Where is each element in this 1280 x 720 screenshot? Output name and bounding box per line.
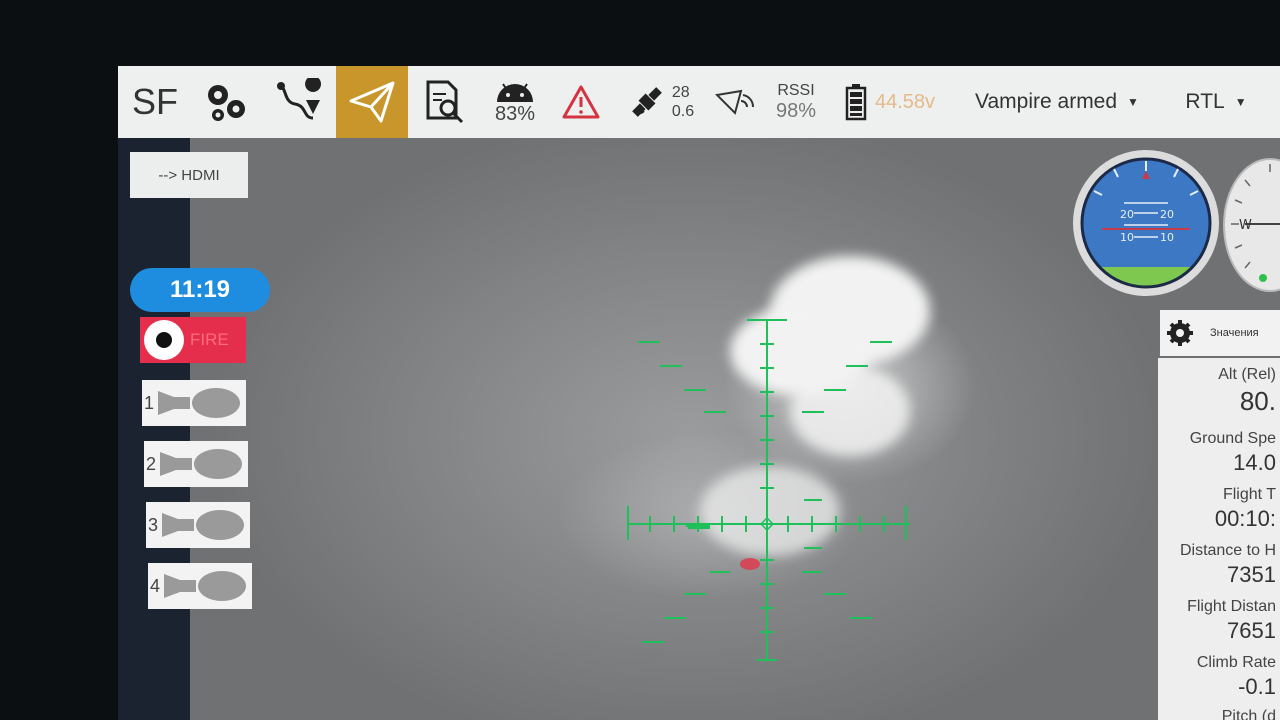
android-battery-status[interactable]: 83% — [480, 66, 550, 138]
gear-icon — [208, 85, 245, 121]
pitch-mark: 10 — [1160, 231, 1174, 244]
telemetry-label: Flight T — [1222, 486, 1276, 503]
warning-button[interactable] — [550, 66, 612, 138]
document-search-icon — [426, 80, 464, 124]
bomb-icon — [164, 571, 246, 601]
attitude-indicator: 20 20 10 10 — [1073, 150, 1219, 296]
bomb-icon — [160, 449, 242, 479]
telemetry-label: Pitch (d — [1221, 708, 1276, 720]
telemetry-label: Climb Rate — [1196, 654, 1276, 671]
bomb-slot-3[interactable]: 3 — [146, 502, 250, 548]
rssi-label: RSSI — [777, 82, 815, 99]
vehicle-mode-label: Vampire armed — [975, 90, 1118, 113]
bomb-icon — [162, 510, 244, 540]
telemetry-value: 14.0 — [1233, 450, 1276, 475]
pitch-mark: 20 — [1120, 208, 1134, 221]
hdop-value: 0.6 — [671, 103, 695, 120]
bomb-slot-number: 1 — [144, 392, 155, 413]
bomb-slot-number: 2 — [146, 453, 157, 474]
telemetry-value: 00:10: — [1214, 506, 1276, 531]
android-icon — [497, 83, 533, 102]
target-marker — [740, 558, 760, 570]
rssi-status[interactable]: RSSI 98% — [760, 66, 832, 138]
bomb-icon — [158, 388, 240, 418]
telemetry-value: 7351 — [1227, 562, 1276, 587]
telemetry-link-status[interactable] — [710, 66, 760, 138]
fly-view-button[interactable] — [336, 66, 408, 138]
battery-icon — [845, 84, 867, 121]
telemetry-panel: Alt (Rel) 80. Ground Spe 14.0 Flight T 0… — [1158, 358, 1280, 720]
compass-heading-label: W — [1239, 218, 1252, 233]
telemetry-label: Alt (Rel) — [1218, 366, 1276, 383]
telemetry-value: 80. — [1239, 386, 1276, 416]
hdmi-output-button[interactable]: --> HDMI — [130, 152, 248, 198]
telemetry-header[interactable]: Значения — [1160, 310, 1280, 356]
bomb-slot-1[interactable]: 1 — [142, 380, 246, 426]
settings-gear-icon[interactable] — [1166, 319, 1194, 347]
record-dot-icon — [144, 320, 184, 360]
gps-status[interactable]: 28 0.6 — [612, 66, 710, 138]
rssi-value: 98% — [775, 100, 817, 122]
telemetry-value: 7651 — [1227, 618, 1276, 643]
vehicle-mode-dropdown[interactable]: Vampire armed ▼ — [948, 66, 1166, 138]
gcs-screen: SF 83% 28 0.6 RSSI 98% 44.58v Vampire ar… — [118, 66, 1280, 720]
route-pin-icon — [277, 78, 321, 120]
bomb-slot-number: 3 — [148, 514, 159, 535]
analyze-button[interactable] — [408, 66, 480, 138]
chevron-down-icon: ▼ — [1127, 95, 1139, 109]
fire-button[interactable]: FIRE — [140, 317, 246, 363]
top-toolbar: SF 83% 28 0.6 RSSI 98% 44.58v Vampire ar… — [118, 66, 1280, 138]
telemetry-label: Distance to H — [1179, 542, 1276, 559]
mission-timer: 11:19 — [130, 268, 270, 312]
telemetry-value: -0.1 — [1238, 674, 1276, 699]
bomb-slot-number: 4 — [150, 575, 161, 596]
paper-plane-icon — [349, 81, 395, 123]
chevron-down-icon: ▼ — [1234, 95, 1247, 109]
artificial-horizon: 20 20 10 10 — [1080, 157, 1212, 289]
fire-label: FIRE — [190, 330, 229, 349]
battery-status[interactable]: 44.58v — [832, 66, 948, 138]
sf-logo[interactable]: SF — [118, 66, 192, 138]
plan-route-button[interactable] — [262, 66, 336, 138]
pitch-mark: 10 — [1120, 231, 1134, 244]
radio-link-icon — [715, 89, 755, 115]
satellite-count: 28 — [671, 84, 690, 101]
bomb-slot-2[interactable]: 2 — [144, 441, 248, 487]
telemetry-label: Ground Spe — [1189, 430, 1276, 447]
settings-button[interactable] — [192, 66, 262, 138]
warning-icon — [562, 85, 600, 119]
flight-mode-label: RTL — [1185, 90, 1225, 113]
telemetry-label: Flight Distan — [1187, 598, 1276, 615]
telemetry-header-label: Значения — [1210, 327, 1259, 339]
flight-mode-dropdown[interactable]: RTL ▼ — [1166, 66, 1266, 138]
bomb-slot-4[interactable]: 4 — [148, 563, 252, 609]
battery-voltage: 44.58v — [874, 90, 936, 113]
left-panel-background — [118, 136, 190, 720]
pitch-mark: 20 — [1160, 208, 1174, 221]
satellite-icon — [632, 87, 662, 117]
sf-label: SF — [131, 81, 178, 122]
android-battery-value: 83% — [494, 103, 536, 125]
